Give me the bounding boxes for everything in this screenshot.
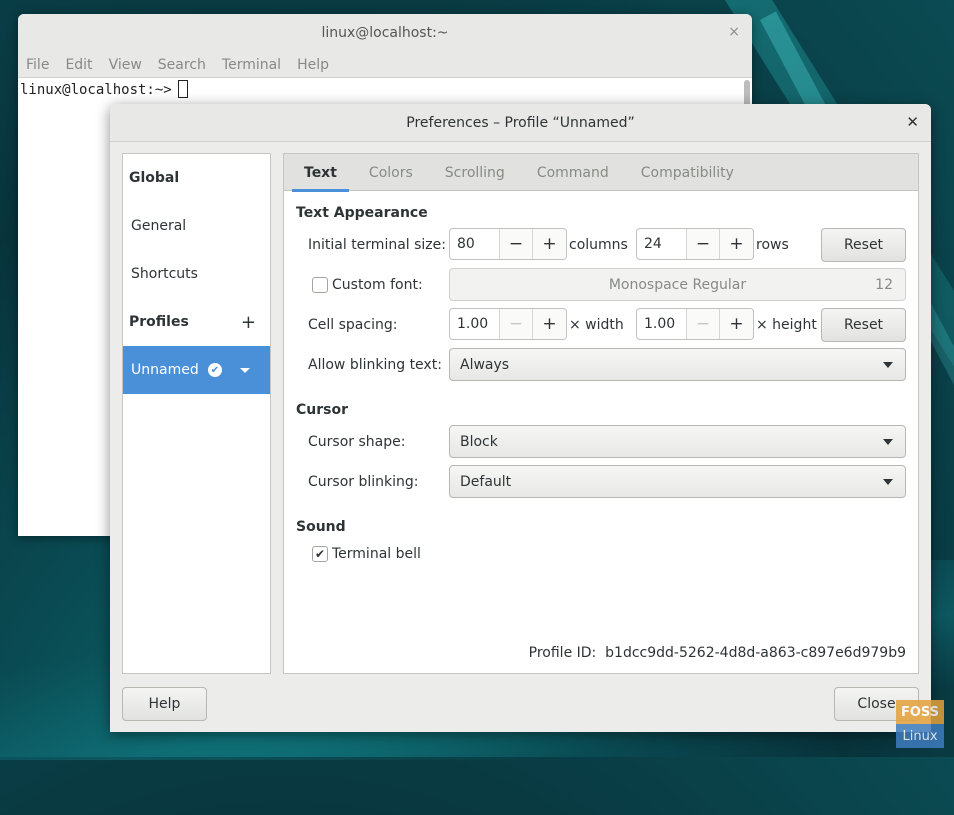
text-cursor xyxy=(177,80,188,98)
tab-colors[interactable]: Colors xyxy=(357,154,425,191)
profile-menu-chevron-down-icon[interactable] xyxy=(240,368,250,373)
width-decrement-button[interactable]: − xyxy=(500,309,533,339)
tab-compatibility[interactable]: Compatibility xyxy=(629,154,746,191)
sidebar-heading-global: Global xyxy=(129,170,180,186)
profile-tabs: Text Colors Scrolling Command Compatibil… xyxy=(284,154,918,192)
section-heading-text-appearance: Text Appearance xyxy=(296,205,428,221)
close-icon[interactable]: ✕ xyxy=(906,113,919,131)
profiles-label: Profiles xyxy=(129,314,189,330)
terminal-title: linux@localhost:~ xyxy=(321,25,449,41)
terminal-menubar: File Edit View Search Terminal Help xyxy=(18,52,752,78)
cursor-blinking-label: Cursor blinking: xyxy=(308,474,419,490)
rows-value[interactable]: 24 xyxy=(637,229,687,259)
columns-value[interactable]: 80 xyxy=(450,229,500,259)
height-spacing-value[interactable]: 1.00 xyxy=(637,309,687,339)
cursor-shape-value: Block xyxy=(460,433,498,450)
tab-text[interactable]: Text xyxy=(292,154,349,192)
tab-scrolling[interactable]: Scrolling xyxy=(433,154,517,191)
preferences-dialog[interactable]: Preferences – Profile “Unnamed” ✕ Global… xyxy=(110,104,931,732)
cursor-shape-label: Cursor shape: xyxy=(308,434,406,450)
blinking-text-label: Allow blinking text: xyxy=(308,357,442,373)
profile-id-label: Profile ID: xyxy=(528,645,597,661)
menu-search[interactable]: Search xyxy=(158,57,206,73)
menu-help[interactable]: Help xyxy=(297,57,329,73)
menu-edit[interactable]: Edit xyxy=(65,57,92,73)
columns-decrement-button[interactable]: − xyxy=(500,229,533,259)
rows-unit: rows xyxy=(756,237,789,253)
font-chooser-button[interactable]: Monospace Regular 12 xyxy=(449,268,906,301)
profile-id-value: b1dcc9dd-5262-4d8d-a863-c897e6d979b9 xyxy=(605,645,906,661)
close-icon[interactable]: × xyxy=(728,24,740,40)
profile-id: Profile ID: b1dcc9dd-5262-4d8d-a863-c897… xyxy=(529,645,906,661)
preferences-sidebar: Global General Shortcuts Profiles + Unna… xyxy=(122,153,271,674)
profile-settings-panel: Text Colors Scrolling Command Compatibil… xyxy=(283,153,919,674)
sidebar-item-general[interactable]: General xyxy=(123,202,270,250)
chevron-down-icon xyxy=(883,439,893,445)
height-decrement-button[interactable]: − xyxy=(687,309,720,339)
height-increment-button[interactable]: + xyxy=(720,309,753,339)
font-name: Monospace Regular xyxy=(608,276,747,293)
custom-font-label: Custom font: xyxy=(332,277,423,293)
tab-command[interactable]: Command xyxy=(525,154,621,191)
dialog-title: Preferences – Profile “Unnamed” xyxy=(406,114,635,131)
chevron-down-icon xyxy=(883,362,893,368)
fosslinux-watermark-logo: FOSS Linux xyxy=(896,700,944,748)
height-spacing-stepper[interactable]: 1.00 − + xyxy=(636,308,754,340)
section-heading-sound: Sound xyxy=(296,519,346,535)
watermark-bottom: Linux xyxy=(896,724,944,748)
watermark-top: FOSS xyxy=(896,700,944,724)
section-heading-cursor: Cursor xyxy=(296,402,349,418)
height-unit: × height xyxy=(756,317,817,333)
help-button[interactable]: Help xyxy=(122,687,207,721)
cursor-blinking-select[interactable]: Default xyxy=(449,465,906,498)
rows-decrement-button[interactable]: − xyxy=(687,229,720,259)
width-unit: × width xyxy=(569,317,624,333)
chevron-down-icon xyxy=(883,479,893,485)
shell-prompt: linux@localhost:~> xyxy=(20,82,172,98)
rows-increment-button[interactable]: + xyxy=(720,229,753,259)
reset-size-button[interactable]: Reset xyxy=(821,228,906,262)
cursor-blinking-value: Default xyxy=(460,473,512,490)
blinking-text-value: Always xyxy=(460,356,510,373)
sidebar-item-unnamed-profile[interactable]: Unnamed ✔ xyxy=(123,346,270,394)
width-spacing-value[interactable]: 1.00 xyxy=(450,309,500,339)
reset-spacing-button[interactable]: Reset xyxy=(821,308,906,342)
rows-stepper[interactable]: 24 − + xyxy=(636,228,754,260)
cursor-shape-select[interactable]: Block xyxy=(449,425,906,458)
columns-increment-button[interactable]: + xyxy=(533,229,566,259)
terminal-bell-checkbox[interactable]: ✔ xyxy=(312,546,328,562)
menu-view[interactable]: View xyxy=(109,57,142,73)
sidebar-heading-profiles: Profiles + xyxy=(123,298,270,346)
columns-unit: columns xyxy=(569,237,628,253)
dialog-titlebar[interactable]: Preferences – Profile “Unnamed” ✕ xyxy=(110,104,931,142)
custom-font-checkbox[interactable] xyxy=(312,277,328,293)
terminal-titlebar[interactable]: linux@localhost:~ × xyxy=(18,14,752,52)
font-size: 12 xyxy=(875,276,893,293)
blinking-text-select[interactable]: Always xyxy=(449,348,906,381)
menu-file[interactable]: File xyxy=(26,57,49,73)
initial-size-label: Initial terminal size: xyxy=(308,237,446,253)
width-spacing-stepper[interactable]: 1.00 − + xyxy=(449,308,567,340)
terminal-bell-label: Terminal bell xyxy=(332,546,421,562)
profile-name: Unnamed xyxy=(131,362,199,378)
width-increment-button[interactable]: + xyxy=(533,309,566,339)
menu-terminal[interactable]: Terminal xyxy=(222,57,281,73)
sidebar-item-shortcuts[interactable]: Shortcuts xyxy=(123,250,270,298)
default-profile-check-icon: ✔ xyxy=(208,363,222,377)
cell-spacing-label: Cell spacing: xyxy=(308,317,398,333)
add-profile-icon[interactable]: + xyxy=(241,312,256,333)
columns-stepper[interactable]: 80 − + xyxy=(449,228,567,260)
